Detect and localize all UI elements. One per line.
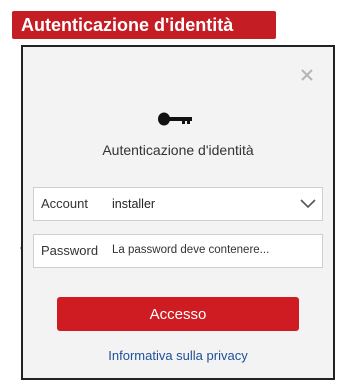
chevron-down-icon[interactable]	[300, 198, 316, 210]
page-title-banner: Autenticazione d'identità	[12, 11, 276, 39]
account-select[interactable]: Account installer	[33, 187, 323, 221]
login-button[interactable]: Accesso	[57, 297, 299, 331]
key-icon	[158, 112, 192, 126]
close-icon[interactable]	[299, 67, 315, 83]
account-label: Account	[41, 196, 88, 211]
login-dialog: Autenticazione d'identità Account instal…	[21, 45, 335, 380]
password-field[interactable]: Password	[33, 234, 323, 268]
password-label: Password	[41, 243, 99, 258]
password-input[interactable]	[112, 244, 318, 256]
page-title: Autenticazione d'identità	[21, 15, 234, 35]
account-value: installer	[112, 197, 156, 211]
privacy-policy-link[interactable]: Informativa sulla privacy	[23, 348, 333, 363]
dialog-heading: Autenticazione d'identità	[102, 142, 254, 158]
